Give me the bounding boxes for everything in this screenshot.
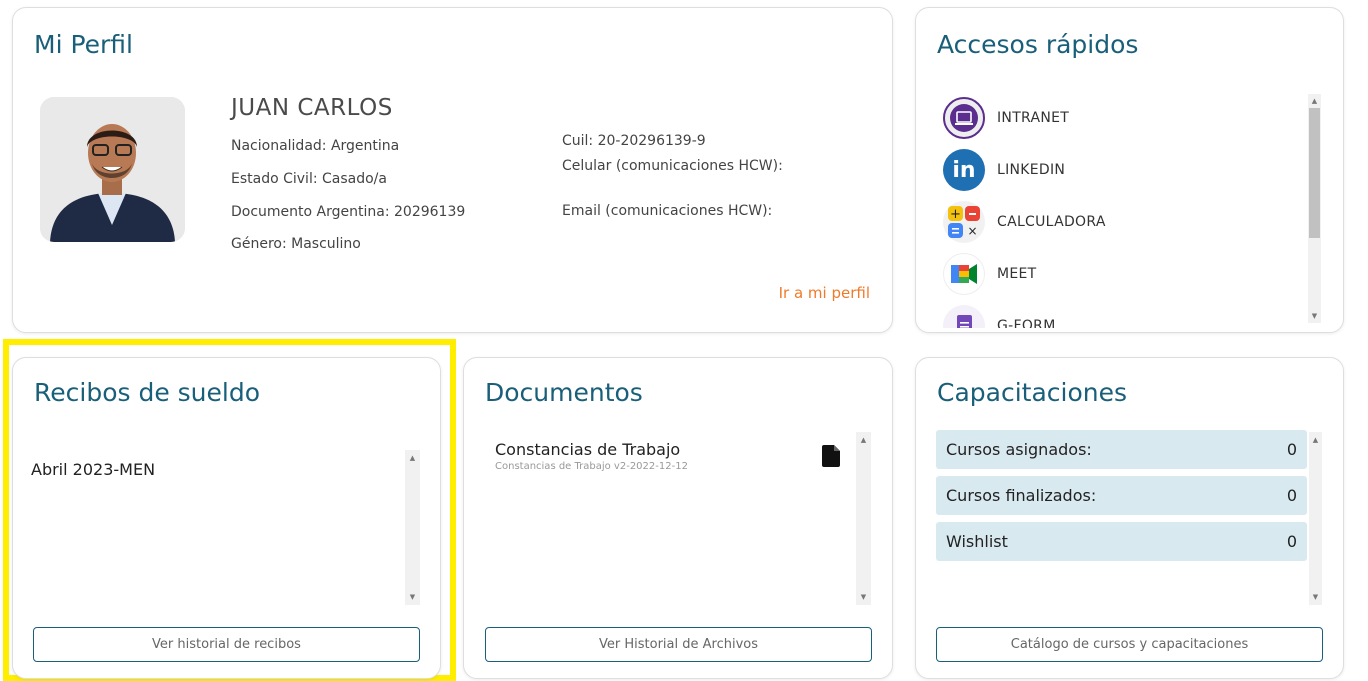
training-row-value: 0 [1286,532,1297,551]
nationality-text: Nacionalidad: Argentina [231,138,400,154]
quick-access-label: MEET [997,266,1037,282]
payslips-title: Recibos de sueldo [34,378,261,407]
document-item-title[interactable]: Constancias de Trabajo [495,440,680,459]
meet-icon [943,253,985,295]
training-row-wishlist[interactable]: Wishlist 0 [936,522,1307,561]
svg-text:+: + [950,207,961,222]
training-row-label: Wishlist [946,532,1008,551]
training-row-value: 0 [1286,486,1297,505]
marital-status-text: Estado Civil: Casado/a [231,171,387,187]
documents-scrollbar[interactable]: ▲ ▼ [856,432,871,605]
payslip-history-button[interactable]: Ver historial de recibos [33,627,420,662]
svg-text:×: × [967,224,977,238]
course-catalog-button[interactable]: Catálogo de cursos y capacitaciones [936,627,1323,662]
calculator-icon: + × [943,201,985,243]
email-text: Email (comunicaciones HCW): [562,203,773,219]
quick-access-label: LINKEDIN [997,162,1066,178]
quick-access-scrollbar[interactable]: ▲ ▼ [1308,94,1321,323]
documents-title: Documentos [485,378,643,407]
document-item-subtitle: Constancias de Trabajo v2-2022-12-12 [495,461,688,472]
cuil-text: Cuil: 20-20296139-9 [562,133,706,149]
profile-link[interactable]: Ir a mi perfil [779,284,870,302]
training-row-value: 0 [1286,440,1297,459]
quick-access-title: Accesos rápidos [937,30,1139,59]
quick-access-item-intranet[interactable]: INTRANET [943,92,1308,144]
file-icon[interactable] [822,445,840,467]
profile-name: JUAN CARLOS [231,95,393,121]
document-text: Documento Argentina: 20296139 [231,204,466,220]
training-row-assigned[interactable]: Cursos asignados: 0 [936,430,1307,469]
trainings-scrollbar[interactable]: ▲ ▼ [1309,432,1322,605]
quick-access-item-calculator[interactable]: + × CALCULADORA [943,196,1308,248]
avatar [40,97,185,242]
profile-title: Mi Perfil [34,30,133,59]
payslips-scrollbar[interactable]: ▲ ▼ [405,450,420,605]
file-history-button[interactable]: Ver Historial de Archivos [485,627,872,662]
training-row-label: Cursos finalizados: [946,486,1097,505]
phone-text: Celular (comunicaciones HCW): [562,158,783,174]
quick-access-label: INTRANET [997,110,1070,126]
quick-access-item-gform[interactable]: G-FORM [943,300,1308,328]
scroll-thumb[interactable] [1309,108,1320,238]
linkedin-icon: in [943,149,985,191]
scroll-up-arrow-icon[interactable]: ▲ [856,435,871,445]
scroll-down-arrow-icon[interactable]: ▼ [1308,311,1321,321]
training-row-label: Cursos asignados: [946,440,1092,459]
intranet-icon [943,97,985,139]
quick-access-card: Accesos rápidos INTRANET in LINKEDIN + × [915,7,1344,333]
scroll-down-arrow-icon[interactable]: ▼ [405,592,420,602]
scroll-down-arrow-icon[interactable]: ▼ [856,592,871,602]
quick-access-item-meet[interactable]: MEET [943,248,1308,300]
trainings-title: Capacitaciones [937,378,1128,407]
training-row-finished[interactable]: Cursos finalizados: 0 [936,476,1307,515]
quick-access-item-linkedin[interactable]: in LINKEDIN [943,144,1308,196]
gform-icon [943,305,985,328]
profile-card: Mi Perfil JUAN CARLOS Nacionalidad: Arge… [12,7,893,333]
scroll-up-arrow-icon[interactable]: ▲ [1308,96,1321,106]
scroll-up-arrow-icon[interactable]: ▲ [1309,435,1322,445]
gender-text: Género: Masculino [231,236,361,252]
quick-access-label: G-FORM [997,318,1056,328]
quick-access-label: CALCULADORA [997,214,1106,230]
quick-access-list: INTRANET in LINKEDIN + × CALCULADORA MEE… [943,92,1308,328]
scroll-up-arrow-icon[interactable]: ▲ [405,453,420,463]
scroll-down-arrow-icon[interactable]: ▼ [1309,592,1322,602]
payslip-item[interactable]: Abril 2023-MEN [31,460,155,479]
